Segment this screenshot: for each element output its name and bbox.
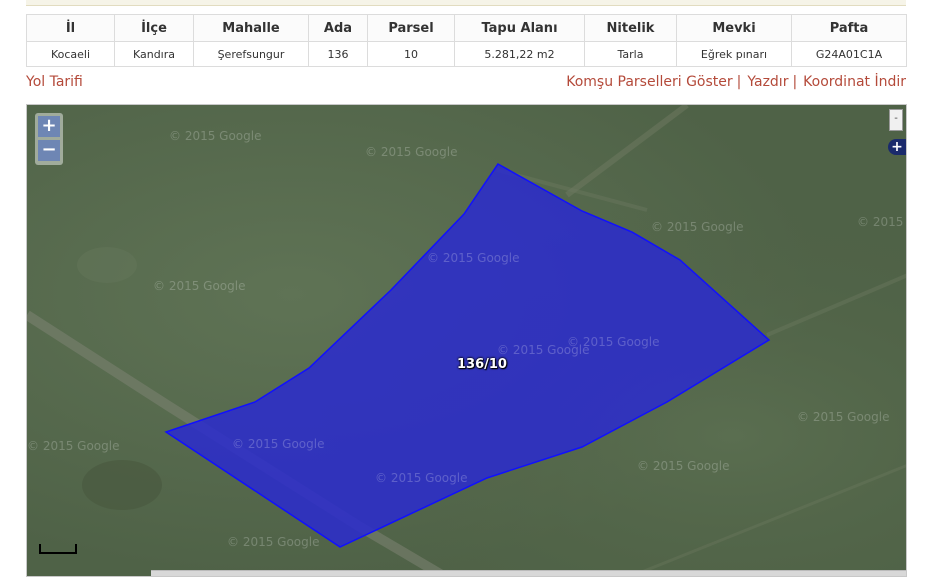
parcel-label: 136/10 [457,357,507,372]
header-mevki: Mevki [676,14,792,42]
header-parsel: Parsel [367,14,455,42]
header-ada: Ada [308,14,368,42]
header-nitelik: Nitelik [584,14,677,42]
zoom-out-button[interactable]: − [38,140,60,161]
map-watermark: © 2015 Google [857,215,906,229]
map-watermark: © 2015 Google [797,410,890,424]
layer-switcher-minimize-button[interactable]: - [889,109,903,131]
header-pafta: Pafta [791,14,907,42]
map-watermark: © 2015 Google [375,471,468,485]
map-watermark: © 2015 Google [153,279,246,293]
satellite-map[interactable]: © 2015 Google © 2015 Google © 2015 Googl… [26,104,907,577]
zoom-in-button[interactable]: + [38,116,60,137]
cell-ada: 136 [308,41,368,67]
map-watermark: © 2015 Google [227,535,320,549]
download-coordinates-link[interactable]: Koordinat İndir [803,74,906,90]
top-strip [26,0,906,6]
table-row: Kocaeli Kandıra Şerefsungur 136 10 5.281… [26,41,907,67]
map-imagery [27,105,906,576]
cell-nitelik: Tarla [584,41,677,67]
cell-pafta: G24A01C1A [791,41,907,67]
map-watermark: © 2015 Google [365,145,458,159]
cell-mahalle: Şerefsungur [193,41,309,67]
show-neighbors-link[interactable]: Komşu Parselleri Göster [566,74,732,90]
table-header-row: İl İlçe Mahalle Ada Parsel Tapu Alanı Ni… [26,14,907,42]
zoom-control: + − [35,113,63,165]
header-tapu-alani: Tapu Alanı [454,14,585,42]
map-horizontal-scrollbar[interactable] [151,570,906,576]
cell-parsel: 10 [367,41,455,67]
separator: | [736,74,742,90]
cell-tapu-alani: 5.281,22 m2 [454,41,585,67]
header-ilce: İlçe [114,14,194,42]
parcel-info-table: İl İlçe Mahalle Ada Parsel Tapu Alanı Ni… [26,14,907,67]
header-mahalle: Mahalle [193,14,309,42]
right-links: Komşu Parselleri Göster | Yazdır | Koordinat… [566,74,906,90]
map-watermark: © 2015 Google [567,335,660,349]
map-watermark: © 2015 Google [169,129,262,143]
map-watermark: © 2015 Google [427,251,520,265]
map-watermark: © 2015 Google [637,459,730,473]
cell-mevki: Eğrek pınarı [676,41,792,67]
directions-link[interactable]: Yol Tarifi [26,74,83,90]
separator: | [792,74,798,90]
layer-switcher-expand-button[interactable]: + [888,139,906,155]
cell-il: Kocaeli [26,41,115,67]
map-watermark: © 2015 Google [651,220,744,234]
print-link[interactable]: Yazdır [747,74,788,90]
map-watermark: © 2015 Google [27,439,120,453]
scale-bar [39,544,77,554]
cell-ilce: Kandıra [114,41,194,67]
action-links: Yol Tarifi Komşu Parselleri Göster | Yazdı… [26,74,906,94]
map-watermark: © 2015 Google [232,437,325,451]
header-il: İl [26,14,115,42]
